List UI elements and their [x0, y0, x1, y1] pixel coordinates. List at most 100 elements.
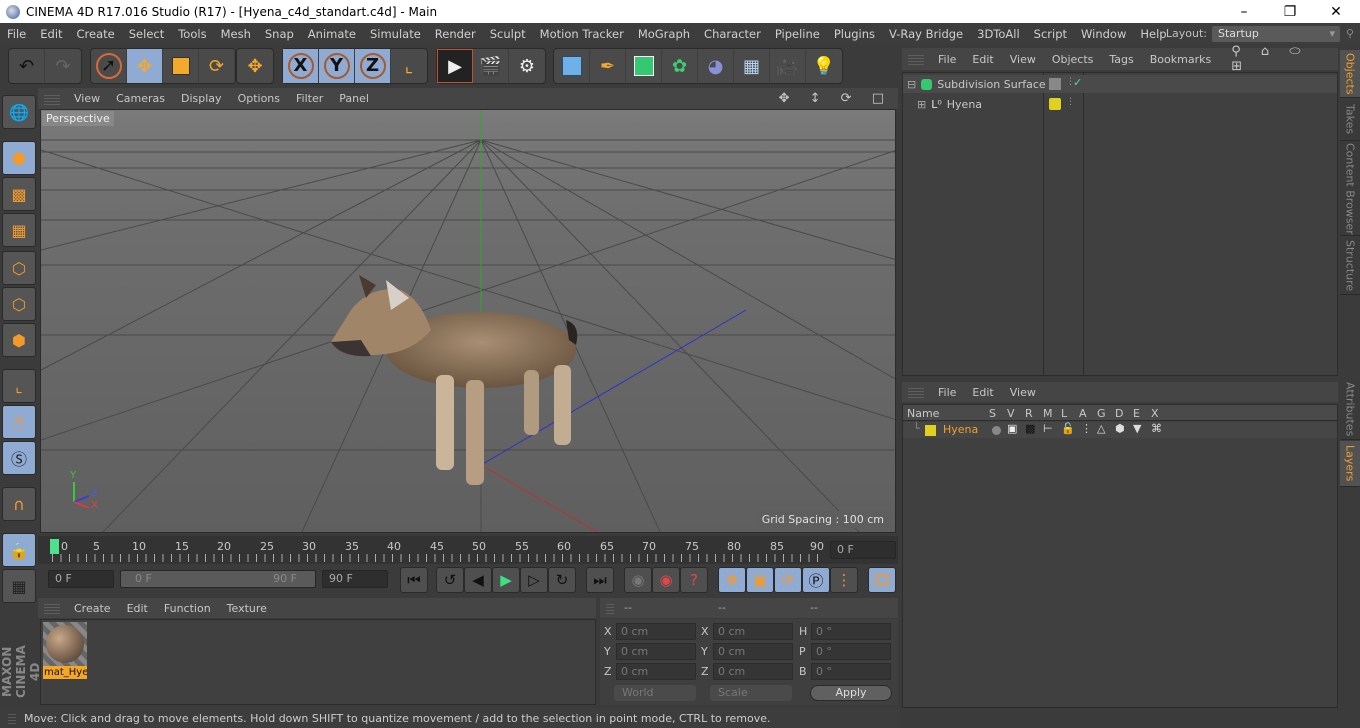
key-scale-icon[interactable]: ▣ [746, 567, 774, 593]
collapse-icon[interactable]: ⊟ [907, 78, 916, 91]
key-rotation-icon[interactable]: ⟳ [774, 567, 802, 593]
tab-objects[interactable]: Objects [1340, 50, 1360, 98]
record-keys-icon[interactable]: ◉ [624, 567, 652, 593]
axis-mode-icon[interactable]: ⌞ [2, 369, 36, 403]
timeline-ruler[interactable]: 0 5 10 15 20 25 30 35 40 45 50 55 60 65 … [38, 536, 898, 564]
key-position-icon[interactable]: ✥ [718, 567, 746, 593]
layer-menu-edit[interactable]: Edit [964, 386, 1001, 399]
x-axis-icon[interactable]: X [283, 49, 319, 83]
material-menu-edit[interactable]: Edit [119, 602, 156, 615]
rotate-icon[interactable]: ⟳ [199, 49, 235, 83]
menu-edit[interactable]: Edit [33, 27, 69, 41]
generators-toggle-icon[interactable]: △ [1097, 422, 1105, 435]
column-generators[interactable]: G [1097, 407, 1106, 420]
previous-key-icon[interactable]: ↺ [436, 567, 464, 593]
column-view[interactable]: V [1007, 407, 1015, 420]
object-menu-edit[interactable]: Edit [964, 53, 1001, 66]
coordinate-system-icon[interactable]: ⌞ [391, 49, 427, 83]
viewport-menu-display[interactable]: Display [173, 92, 230, 105]
menu-character[interactable]: Character [697, 27, 768, 41]
expressions-toggle-icon[interactable]: ▼ [1133, 422, 1141, 435]
rot-b-field[interactable]: 0 ° [811, 663, 891, 680]
tab-content-browser[interactable]: Content Browser [1340, 142, 1360, 236]
keyframe-selection-icon[interactable]: ? [680, 567, 708, 593]
view-icon[interactable]: ⬭ [1281, 44, 1308, 59]
menu-render[interactable]: Render [428, 27, 483, 41]
go-to-end-icon[interactable]: ⏭ [586, 567, 614, 593]
layer-color-icon[interactable] [1049, 98, 1061, 110]
rotate-view-icon[interactable]: ⟳ [833, 91, 860, 106]
scale-icon[interactable] [163, 49, 199, 83]
end-frame-field[interactable]: 90 F [322, 570, 388, 588]
visibility-dots-icon[interactable]: ⋮ [1066, 97, 1075, 107]
layer-color-swatch[interactable] [925, 425, 936, 436]
timeline-playhead[interactable] [50, 539, 59, 554]
menu-3dtoall[interactable]: 3DToAll [970, 27, 1027, 41]
panel-grip[interactable] [908, 53, 924, 65]
solo-toggle-icon[interactable] [992, 426, 1001, 435]
polygons-mode-icon[interactable]: ⬢ [2, 323, 36, 357]
object-menu-bookmarks[interactable]: Bookmarks [1142, 53, 1219, 66]
tab-structure[interactable]: Structure [1340, 237, 1360, 295]
tab-takes[interactable]: Takes [1340, 99, 1360, 141]
texture-mode-icon[interactable]: ▩ [2, 177, 36, 211]
autokey-icon[interactable]: ◉ [652, 567, 680, 593]
viewport-menu-filter[interactable]: Filter [288, 92, 331, 105]
key-parameter-icon[interactable]: Ⓟ [802, 567, 830, 593]
restore-button[interactable]: ❐ [1267, 0, 1313, 23]
column-xrefs[interactable]: X [1151, 407, 1159, 420]
next-key-icon[interactable]: ↻ [548, 567, 576, 593]
pen-icon[interactable]: ✒ [590, 49, 626, 83]
panel-grip[interactable] [908, 386, 924, 398]
subdivision-surface-icon[interactable] [626, 49, 662, 83]
viewport-menu-view[interactable]: View [66, 92, 108, 105]
make-editable-icon[interactable]: 🌐 [2, 95, 36, 129]
size-z-field[interactable]: 0 cm [713, 663, 793, 680]
object-menu-view[interactable]: View [1002, 53, 1044, 66]
play-icon[interactable]: ▶ [492, 567, 520, 593]
render-picture-viewer-icon[interactable]: 🎬 [473, 49, 509, 83]
material-menu-create[interactable]: Create [66, 602, 119, 615]
lock-toggle-icon[interactable]: 🔓 [1061, 422, 1075, 435]
size-x-field[interactable]: 0 cm [713, 623, 793, 640]
model-mode-icon[interactable]: ⬢ [2, 141, 36, 175]
manager-toggle-icon[interactable]: ⊢ [1043, 422, 1053, 435]
points-mode-icon[interactable]: ⬡ [2, 251, 36, 285]
panel-grip[interactable] [606, 602, 614, 614]
pos-y-field[interactable]: 0 cm [616, 643, 696, 660]
editor-visibility-icon[interactable] [1049, 78, 1061, 90]
menu-script[interactable]: Script [1027, 27, 1074, 41]
render-settings-icon[interactable]: ⚙ [509, 49, 545, 83]
object-menu-tags[interactable]: Tags [1101, 53, 1141, 66]
layer-row-hyena[interactable]: └ Hyena ▣ ▩ ⊢ 🔓 ⋮ △ ⬢ ▼ ⌘ [903, 422, 1337, 438]
pos-z-field[interactable]: 0 cm [616, 663, 696, 680]
search-icon[interactable]: ⚲ [1223, 44, 1249, 59]
material-item[interactable]: mat_Hye [43, 622, 87, 680]
panel-grip[interactable] [44, 602, 60, 614]
menu-simulate[interactable]: Simulate [363, 27, 428, 41]
y-axis-icon[interactable]: Y [319, 49, 355, 83]
frame-range-slider[interactable]: 0 F 90 F [120, 570, 316, 588]
close-button[interactable]: ✕ [1313, 0, 1359, 23]
home-icon[interactable]: ⌂ [1253, 44, 1277, 59]
cube-icon[interactable] [554, 49, 590, 83]
column-expressions[interactable]: E [1133, 407, 1140, 420]
menu-plugins[interactable]: Plugins [827, 27, 882, 41]
start-frame-field[interactable]: 0 F [48, 570, 114, 588]
column-deformers[interactable]: D [1115, 407, 1123, 420]
undo-icon[interactable]: ↶ [9, 49, 45, 83]
next-frame-icon[interactable]: ▷ [520, 567, 548, 593]
last-tool-icon[interactable]: ✥ [237, 49, 273, 83]
cloner-icon[interactable]: ✿ [662, 49, 698, 83]
layer-menu-view[interactable]: View [1002, 386, 1044, 399]
menu-sculpt[interactable]: Sculpt [483, 27, 533, 41]
snap-icon[interactable]: Ⓢ [2, 441, 36, 475]
menu-file[interactable]: File [0, 27, 33, 41]
tab-layers[interactable]: Layers [1340, 441, 1360, 487]
deformer-icon[interactable]: ◕ [698, 49, 734, 83]
menu-animate[interactable]: Animate [301, 27, 363, 41]
timeline-window-icon[interactable]: 🎞 [868, 567, 896, 593]
apply-button[interactable]: Apply [810, 685, 892, 701]
view-toggle-icon[interactable]: ▣ [1007, 422, 1017, 435]
workplane-mode-icon[interactable]: ▦ [2, 213, 36, 247]
